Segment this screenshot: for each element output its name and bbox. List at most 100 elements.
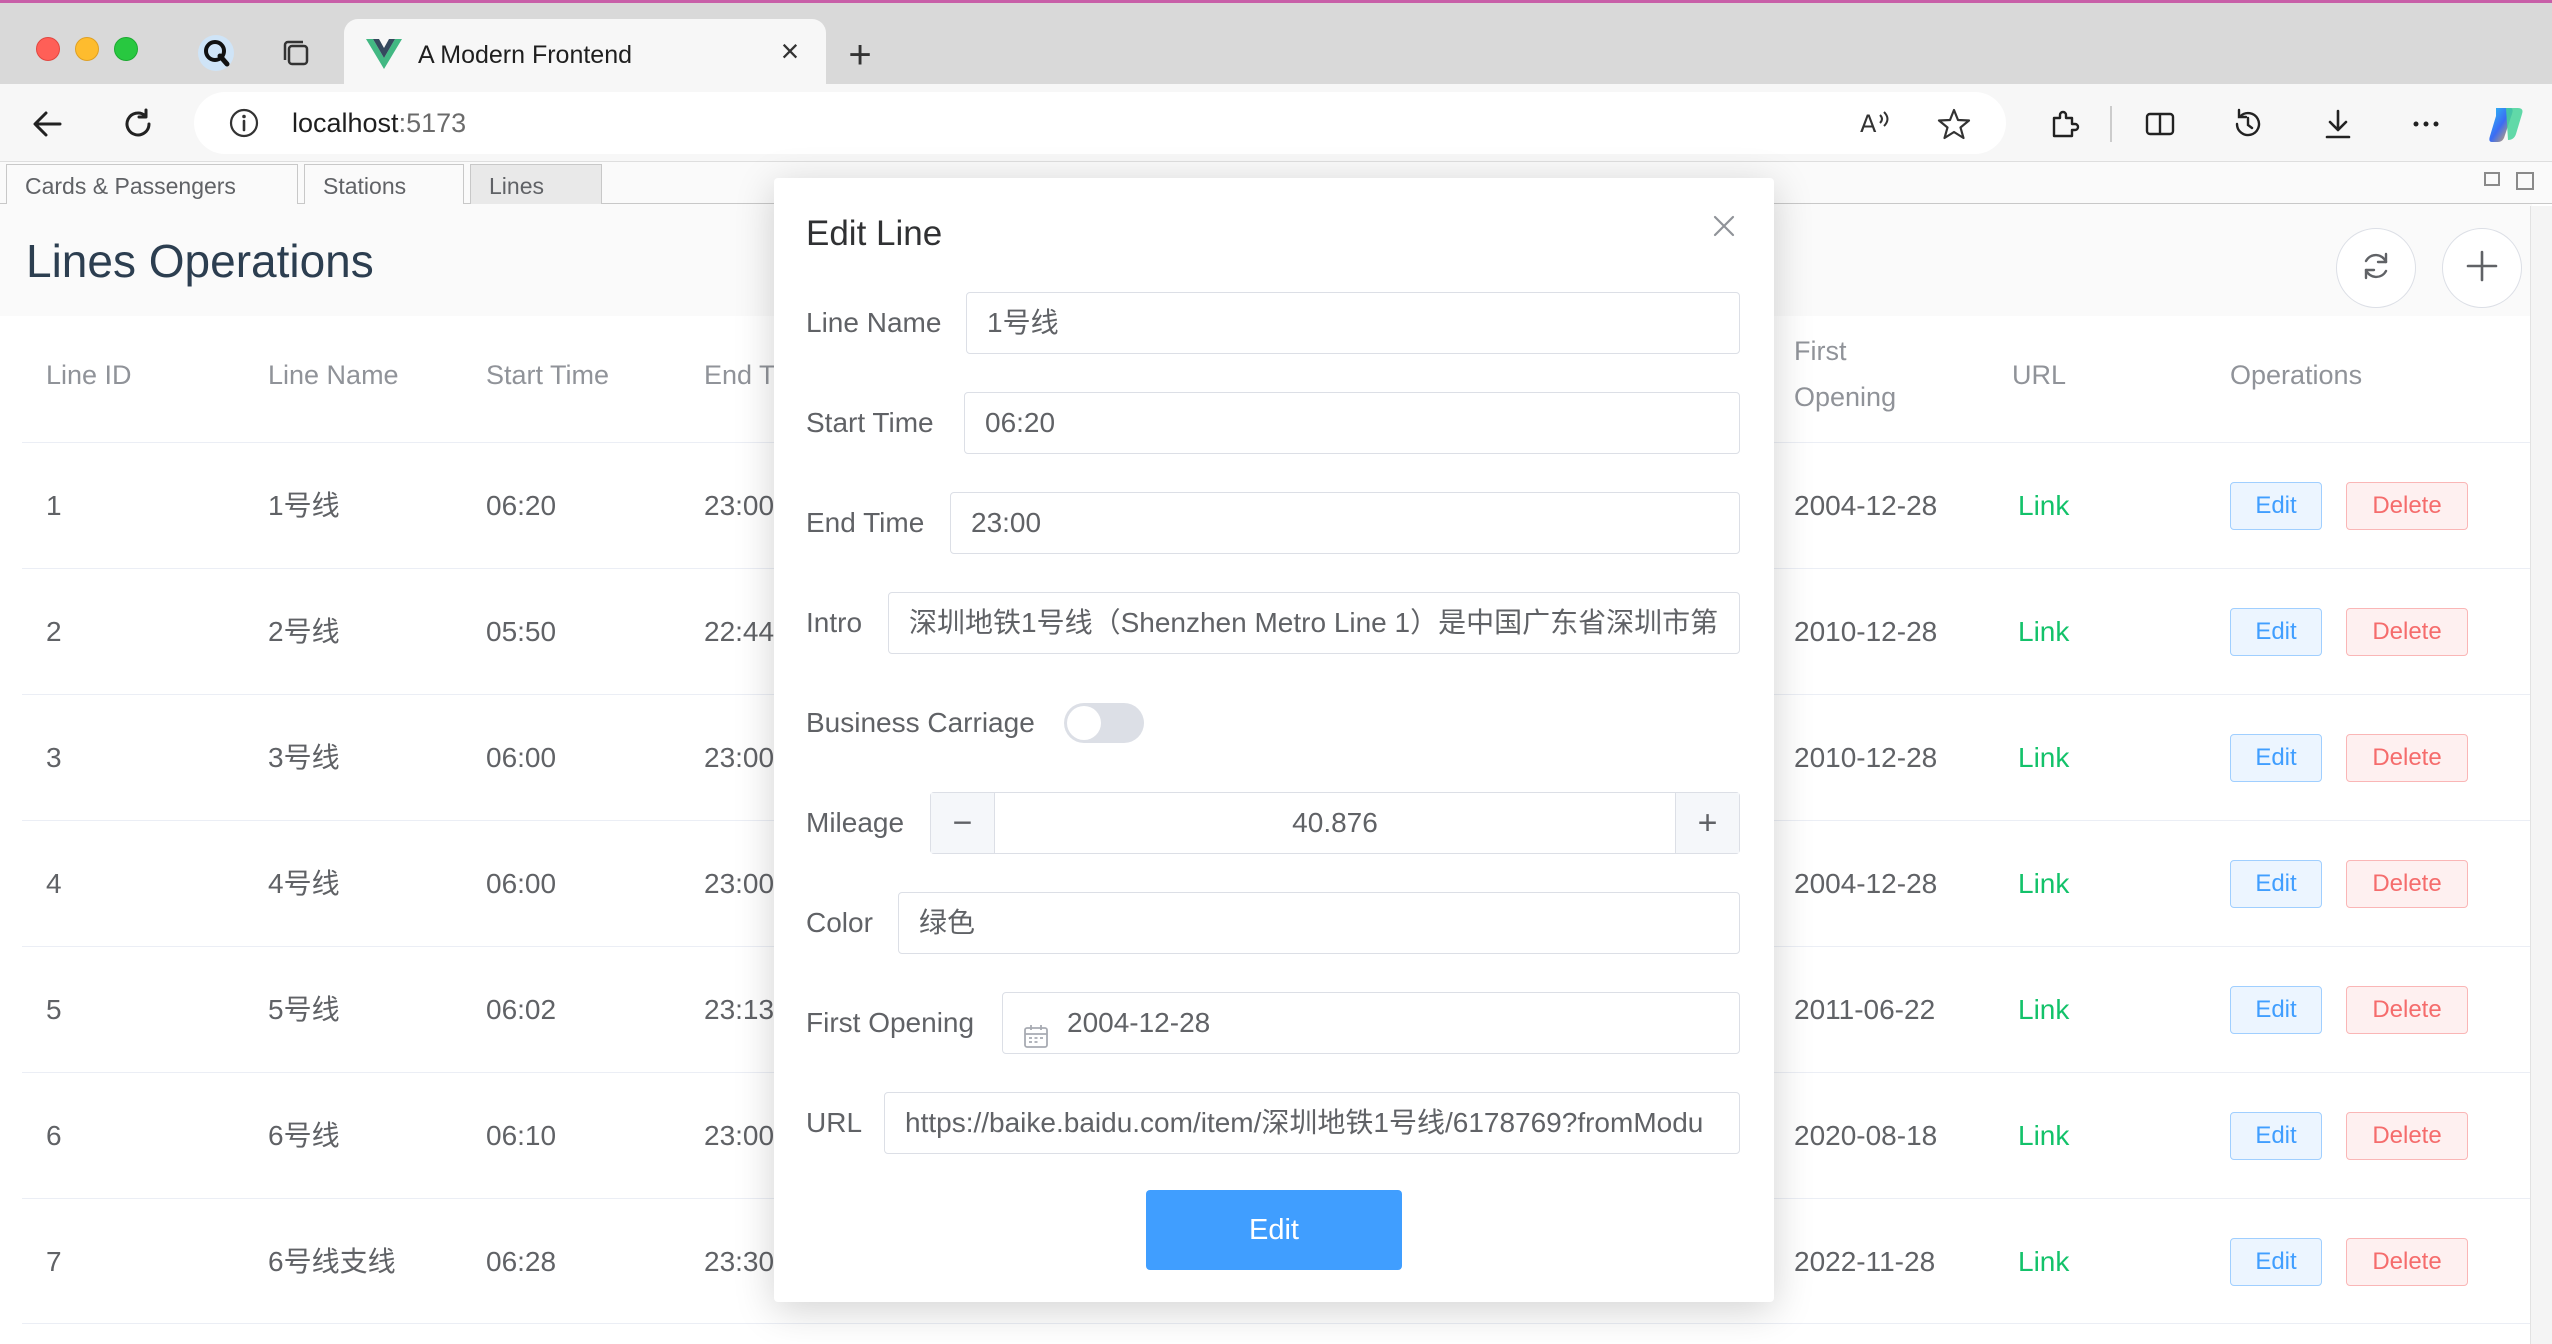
- download-icon[interactable]: [2316, 102, 2360, 146]
- url-text[interactable]: localhost:5173: [292, 108, 466, 139]
- add-icon: [2464, 248, 2500, 289]
- cell-start-time: 06:02: [486, 994, 557, 1025]
- cell-end-time: 23:00: [704, 490, 775, 521]
- cell-first-opening: 2004-12-28: [1794, 868, 1938, 899]
- cell-end-time: 23:13: [704, 994, 775, 1025]
- tab-title: A Modern Frontend: [418, 41, 633, 69]
- col-header-operations: Operations: [2230, 360, 2363, 390]
- copilot-icon[interactable]: [2484, 102, 2528, 146]
- delete-button[interactable]: Delete: [2346, 986, 2468, 1034]
- cell-line-id: 2: [46, 616, 62, 647]
- edit-button[interactable]: Edit: [2230, 1112, 2322, 1160]
- edit-button[interactable]: Edit: [2230, 608, 2322, 656]
- line-name-input[interactable]: 1号线: [966, 292, 1740, 354]
- cell-line-id: 1: [46, 490, 62, 521]
- cell-first-opening: 2020-08-18: [1794, 1120, 1938, 1151]
- refresh-icon: [2358, 248, 2394, 289]
- edit-button[interactable]: Edit: [2230, 1238, 2322, 1286]
- extensions-icon[interactable]: [2042, 102, 2086, 146]
- col-header-first-opening-line2: Opening: [1794, 382, 1897, 412]
- tab-stations[interactable]: Stations: [304, 164, 464, 204]
- delete-button[interactable]: Delete: [2346, 734, 2468, 782]
- mileage-label: Mileage: [806, 807, 905, 838]
- intro-label: Intro: [806, 607, 863, 638]
- delete-button[interactable]: Delete: [2346, 482, 2468, 530]
- edit-button[interactable]: Edit: [2230, 734, 2322, 782]
- mileage-input[interactable]: 40.876: [995, 793, 1675, 853]
- split-screen-icon[interactable]: [2138, 102, 2182, 146]
- cell-url-link[interactable]: Link: [2018, 947, 2069, 1073]
- col-header-start-time: Start Time: [486, 360, 610, 390]
- history-icon[interactable]: [2226, 102, 2270, 146]
- tab-cards-passengers[interactable]: Cards & Passengers: [6, 164, 298, 204]
- cell-end-time: 23:00: [704, 1120, 775, 1151]
- first-opening-date-picker[interactable]: 2004-12-28: [1002, 992, 1740, 1054]
- url-input[interactable]: https://baike.baidu.com/item/深圳地铁1号线/617…: [884, 1092, 1740, 1154]
- cell-start-time: 06:20: [486, 490, 557, 521]
- delete-button[interactable]: Delete: [2346, 608, 2468, 656]
- increase-button[interactable]: +: [1675, 793, 1739, 853]
- read-aloud-icon[interactable]: A: [1858, 106, 1894, 145]
- cell-end-time: 23:00: [704, 868, 775, 899]
- cell-url-link[interactable]: Link: [2018, 569, 2069, 695]
- close-icon[interactable]: [1704, 206, 1744, 246]
- new-tab-icon[interactable]: +: [838, 33, 882, 77]
- cell-url-link[interactable]: Link: [2018, 695, 2069, 821]
- cell-start-time: 05:50: [486, 616, 557, 647]
- business-carriage-label: Business Carriage: [806, 707, 1035, 738]
- edit-button[interactable]: Edit: [2230, 860, 2322, 908]
- tab-lines[interactable]: Lines: [470, 164, 602, 204]
- maximize-icon[interactable]: [2516, 172, 2534, 190]
- start-time-input[interactable]: 06:20: [964, 392, 1740, 454]
- more-icon[interactable]: [2404, 102, 2448, 146]
- close-window-button[interactable]: [36, 37, 60, 61]
- refresh-button[interactable]: [2336, 228, 2416, 308]
- edit-button[interactable]: Edit: [2230, 482, 2322, 530]
- favorite-icon[interactable]: [1936, 106, 1972, 147]
- decrease-button[interactable]: −: [931, 793, 995, 853]
- browser-tab-active[interactable]: A Modern Frontend ×: [344, 19, 826, 87]
- cell-first-opening: 2011-06-22: [1794, 994, 1936, 1025]
- mileage-stepper: − 40.876 +: [930, 792, 1740, 854]
- color-input[interactable]: 绿色: [898, 892, 1740, 954]
- line-name-label: Line Name: [806, 307, 942, 338]
- delete-button[interactable]: Delete: [2346, 860, 2468, 908]
- cell-line-name: 2号线: [268, 616, 340, 647]
- restore-icon[interactable]: [2484, 172, 2500, 186]
- url-port: :5173: [398, 108, 467, 138]
- back-icon[interactable]: [26, 102, 70, 146]
- vertical-scrollbar[interactable]: [2530, 206, 2552, 1344]
- cell-line-name: 5号线: [268, 994, 340, 1025]
- delete-button[interactable]: Delete: [2346, 1112, 2468, 1160]
- cell-line-id: 4: [46, 868, 62, 899]
- cell-url-link[interactable]: Link: [2018, 1073, 2069, 1199]
- add-line-button[interactable]: [2442, 228, 2522, 308]
- cell-first-opening: 2010-12-28: [1794, 616, 1938, 647]
- close-tab-icon[interactable]: ×: [772, 33, 808, 69]
- cell-url-link[interactable]: Link: [2018, 1199, 2069, 1325]
- cell-end-time: 23:30: [704, 1246, 775, 1277]
- zoom-window-button[interactable]: [114, 37, 138, 61]
- cell-url-link[interactable]: Link: [2018, 443, 2069, 569]
- end-time-input[interactable]: 23:00: [950, 492, 1740, 554]
- edit-button[interactable]: Edit: [2230, 986, 2322, 1034]
- reload-icon[interactable]: [116, 102, 160, 146]
- submit-edit-button[interactable]: Edit: [1146, 1190, 1402, 1270]
- cell-end-time: 23:00: [704, 742, 775, 773]
- tab-actions-icon[interactable]: [276, 33, 316, 73]
- col-header-url: URL: [2012, 360, 2067, 390]
- intro-input[interactable]: 深圳地铁1号线（Shenzhen Metro Line 1）是中国广东省深圳市第: [888, 592, 1740, 654]
- info-icon[interactable]: [228, 107, 260, 144]
- window-controls: [2484, 172, 2534, 190]
- address-bar[interactable]: localhost:5173 A: [194, 92, 2006, 154]
- browser-tab-strip: A Modern Frontend × +: [0, 0, 2552, 87]
- cell-url-link[interactable]: Link: [2018, 821, 2069, 947]
- edit-line-dialog: Edit Line Line Name 1号线 Start Time 06:20…: [774, 178, 1774, 1302]
- switch-knob: [1067, 706, 1101, 740]
- delete-button[interactable]: Delete: [2346, 1238, 2468, 1286]
- business-carriage-switch[interactable]: [1064, 703, 1144, 743]
- profile-q-icon[interactable]: [196, 33, 236, 73]
- cell-start-time: 06:10: [486, 1120, 557, 1151]
- end-time-label: End Time: [806, 507, 925, 538]
- minimize-window-button[interactable]: [75, 37, 99, 61]
